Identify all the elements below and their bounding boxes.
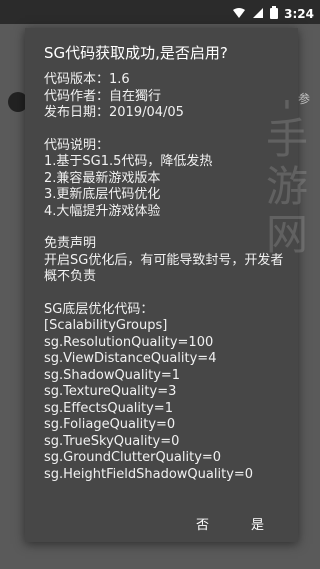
dialog-buttons: 否 是 [25, 502, 298, 542]
code-version: 代码版本：1.6 [44, 72, 130, 87]
wifi-icon [232, 4, 246, 23]
code-title: SG底层优化代码： [44, 301, 154, 317]
code-author: 代码作者：自在獨行 [44, 88, 162, 104]
description-item: 4.大幅提升游戏体验 [44, 203, 161, 219]
cellular-icon [252, 4, 264, 23]
dialog-title: SG代码获取成功,是否启用? [44, 44, 228, 62]
enable-sg-dialog: SG代码获取成功,是否启用? 代码版本：1.6 代码作者：自在獨行 发布日期：2… [25, 28, 298, 542]
code-line: sg.ResolutionQuality=100 [44, 334, 214, 350]
status-bar: 3:24 [0, 0, 320, 24]
description-item: 3.更新底层代码优化 [44, 187, 161, 202]
code-line: sg.ShadowQuality=1 [44, 367, 181, 383]
status-time: 3:24 [284, 6, 314, 21]
release-date: 发布日期：2019/04/05 [44, 105, 184, 120]
description-item: 1.基于SG1.5代码，降低发热 [44, 154, 213, 169]
code-line: sg.TrueSkyQuality=0 [44, 433, 180, 449]
no-button[interactable]: 否 [196, 514, 209, 533]
battery-icon [270, 4, 279, 23]
code-line: sg.ViewDistanceQuality=4 [44, 351, 217, 366]
code-line: [ScalabilityGroups] [44, 318, 168, 333]
dialog-content: 代码版本：1.6 代码作者：自在獨行 发布日期：2019/04/05 代码说明：… [44, 72, 289, 483]
code-line: sg.HeightFieldShadowQuality=0 [44, 466, 254, 482]
description-item: 2.兼容最新游戏版本 [44, 170, 161, 186]
background-partial-text: 参 [297, 92, 310, 106]
code-line: sg.EffectsQuality=1 [44, 400, 173, 416]
disclaimer-title: 免责声明 [44, 236, 97, 251]
description-title: 代码说明： [44, 137, 110, 153]
status-icons: 3:24 [232, 4, 314, 23]
code-line: sg.FoliageQuality=0 [44, 417, 176, 432]
code-line: sg.GroundClutterQuality=0 [44, 450, 222, 465]
disclaimer-text: 开启SG优化后，有可能导致封号，开发者概不负责 [44, 252, 284, 285]
code-line: sg.TextureQuality=3 [44, 384, 177, 399]
yes-button[interactable]: 是 [251, 514, 264, 533]
